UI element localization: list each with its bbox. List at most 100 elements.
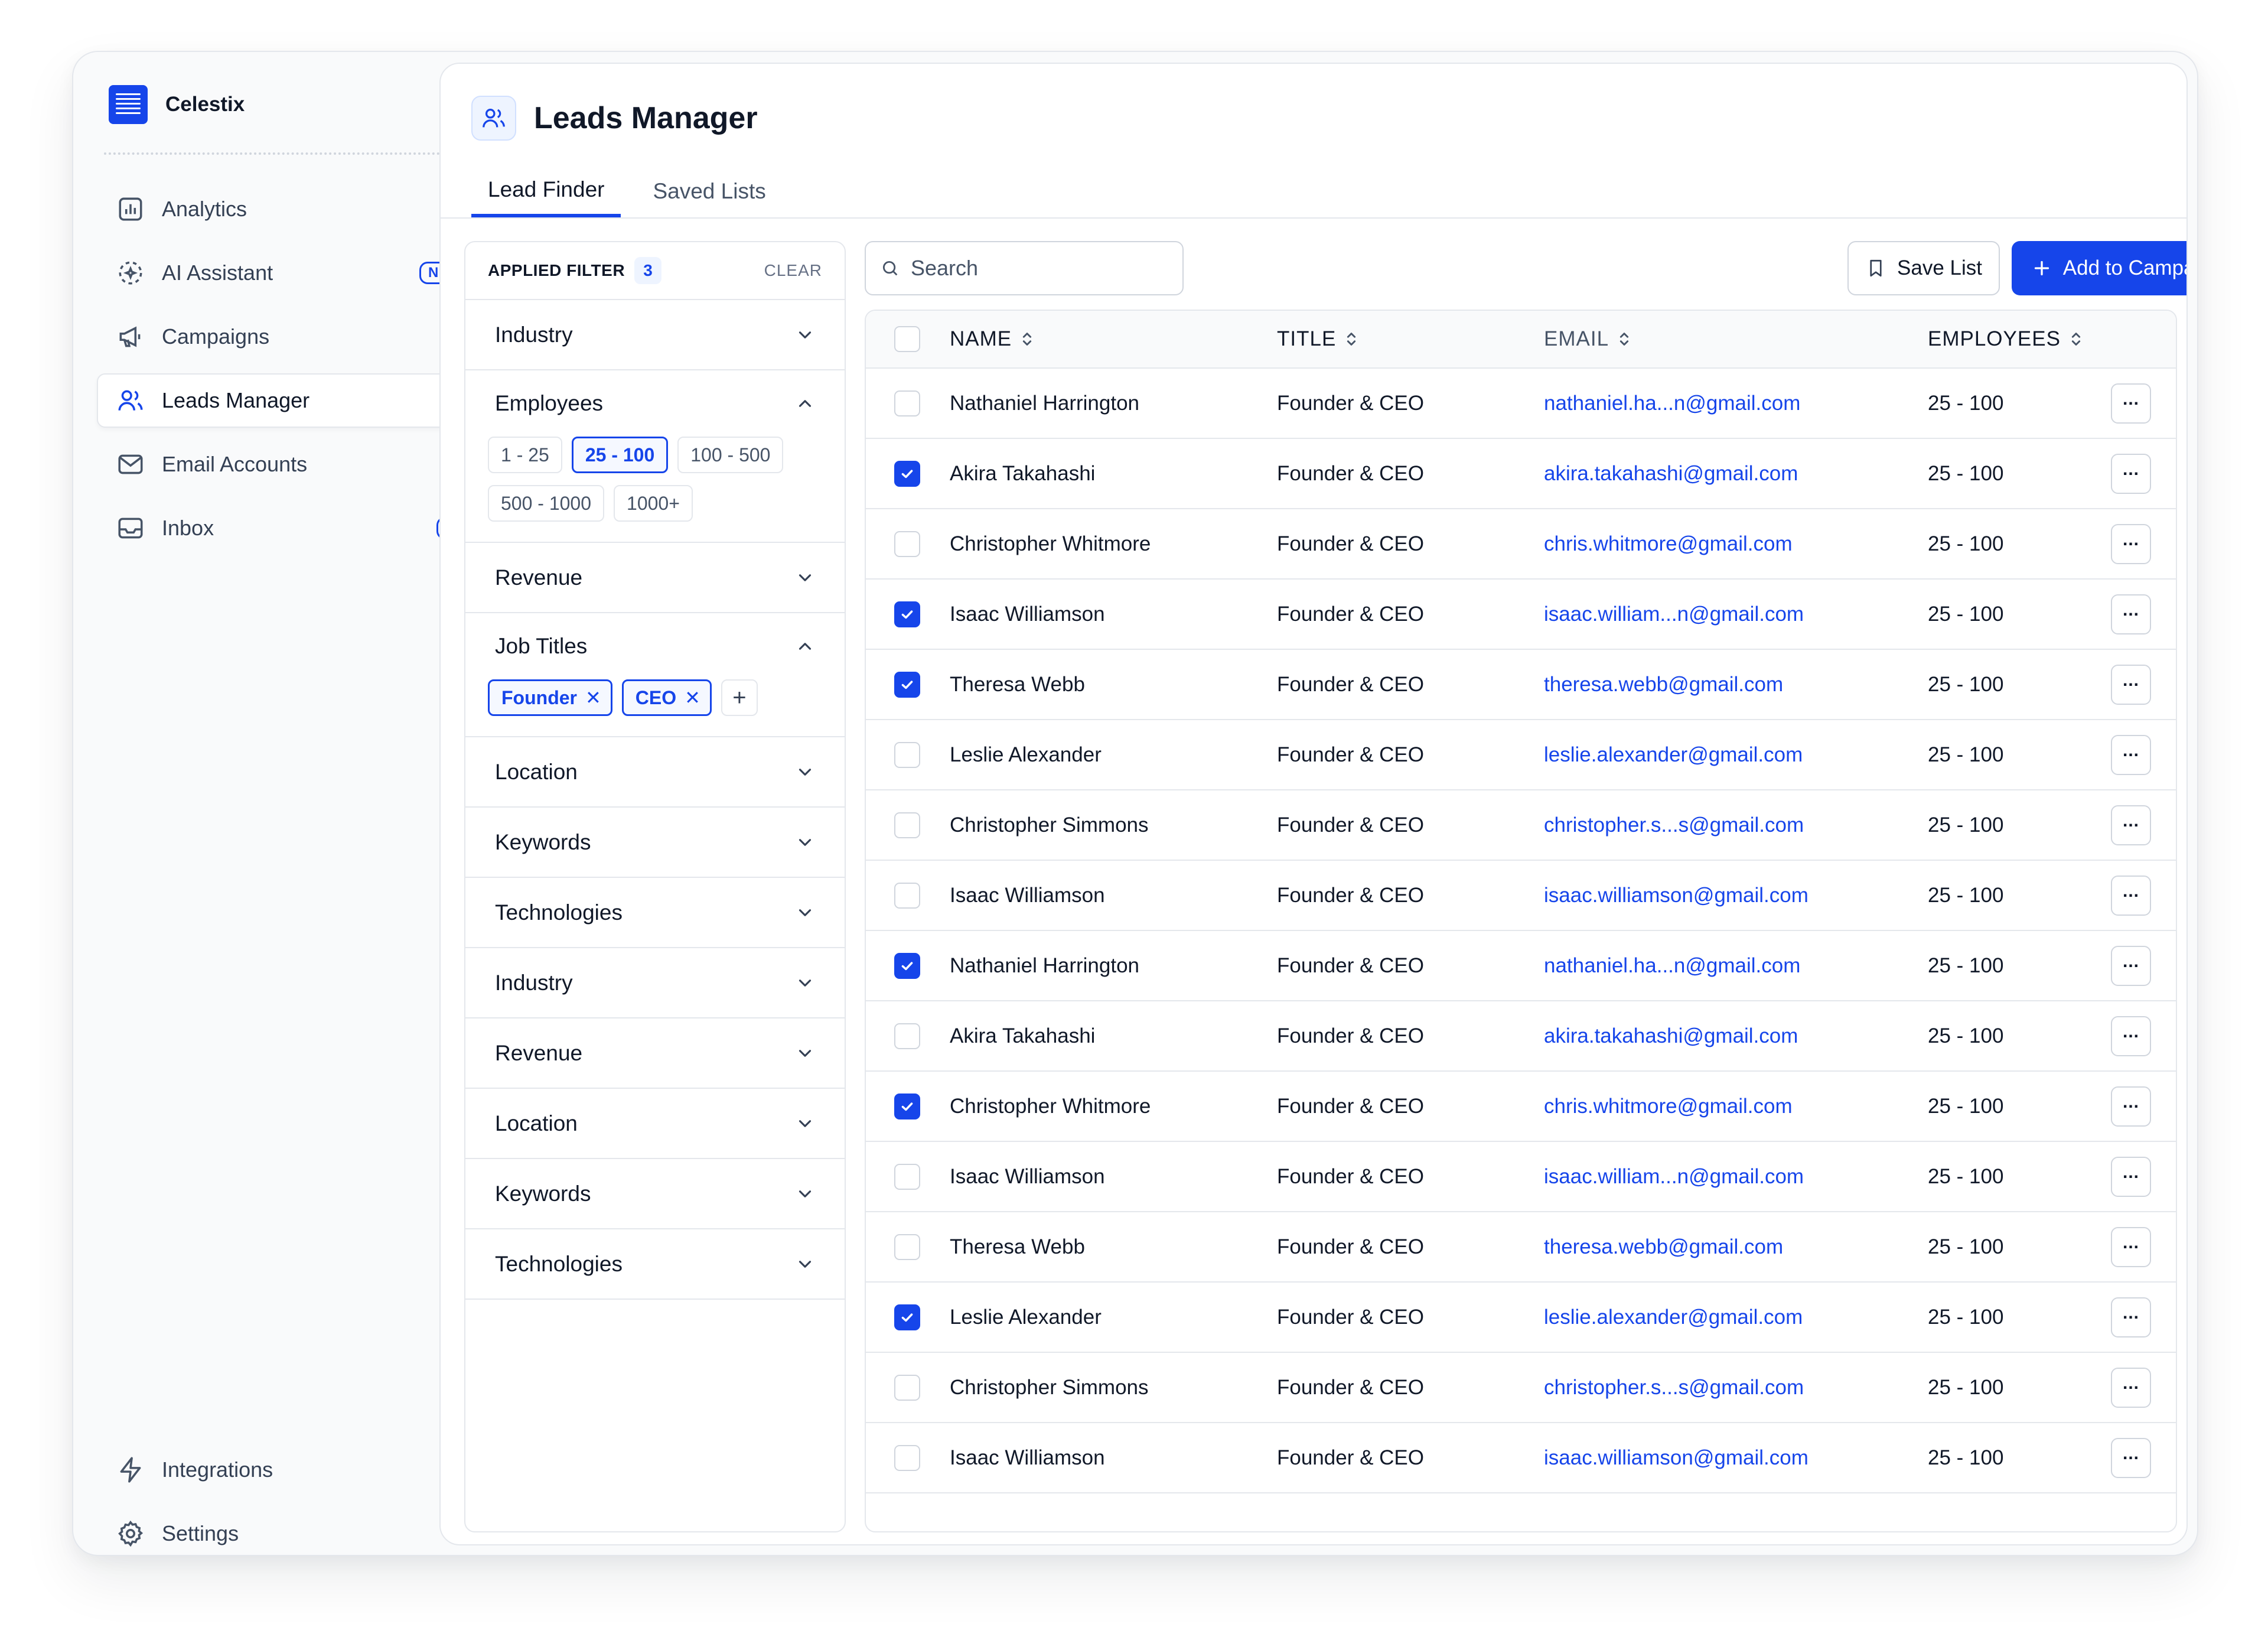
column-header-title[interactable]: TITLE: [1277, 327, 1544, 351]
filter-toggle[interactable]: Industry: [465, 300, 845, 369]
cell-email-link[interactable]: nathaniel.ha...n@gmail.com: [1544, 392, 1928, 415]
column-header-employees[interactable]: EMPLOYEES: [1928, 327, 2111, 351]
row-actions-button[interactable]: ...: [2111, 1156, 2151, 1197]
cell-email-link[interactable]: christopher.s...s@gmail.com: [1544, 1376, 1928, 1400]
sidebar-item-campaigns[interactable]: Campaigns: [97, 310, 487, 364]
row-actions-button[interactable]: ...: [2111, 453, 2151, 494]
row-actions-button[interactable]: ...: [2111, 594, 2151, 634]
cell-email-link[interactable]: nathaniel.ha...n@gmail.com: [1544, 954, 1928, 978]
add-job-title-button[interactable]: +: [721, 679, 758, 716]
sidebar-item-analytics[interactable]: Analytics: [97, 182, 487, 236]
table-row[interactable]: Isaac Williamson Founder & CEO isaac.willi…: [866, 1423, 2176, 1493]
employee-option-chip[interactable]: 1 - 25: [488, 437, 562, 473]
row-checkbox[interactable]: [894, 952, 920, 979]
select-all-checkbox[interactable]: [894, 326, 920, 352]
filter-toggle[interactable]: Revenue: [465, 1018, 845, 1088]
cell-email-link[interactable]: christopher.s...s@gmail.com: [1544, 813, 1928, 837]
search-field[interactable]: [865, 241, 1184, 295]
table-row[interactable]: Theresa Webb Founder & CEO theresa.webb@gm…: [866, 1212, 2176, 1283]
table-row[interactable]: Isaac Williamson Founder & CEO isaac.willi…: [866, 861, 2176, 931]
row-actions-button[interactable]: ...: [2111, 1367, 2151, 1408]
row-checkbox[interactable]: [894, 460, 920, 487]
table-row[interactable]: Akira Takahashi Founder & CEO akira.takaha…: [866, 1001, 2176, 1072]
employee-option-chip[interactable]: 100 - 500: [677, 437, 784, 473]
filter-toggle[interactable]: Revenue: [465, 543, 845, 612]
table-row[interactable]: Leslie Alexander Founder & CEO leslie.alex…: [866, 1283, 2176, 1353]
cell-email-link[interactable]: theresa.webb@gmail.com: [1544, 1235, 1928, 1259]
table-row[interactable]: Theresa Webb Founder & CEO theresa.webb@gm…: [866, 650, 2176, 720]
table-row[interactable]: Nathaniel Harrington Founder & CEO nathani…: [866, 931, 2176, 1001]
table-row[interactable]: Christopher Simmons Founder & CEO christop…: [866, 1353, 2176, 1423]
save-list-button[interactable]: Save List: [1847, 241, 2000, 295]
cell-email-link[interactable]: akira.takahashi@gmail.com: [1544, 1024, 1928, 1048]
table-row[interactable]: Isaac Williamson Founder & CEO isaac.willi…: [866, 1142, 2176, 1212]
filter-toggle[interactable]: Keywords: [465, 1159, 845, 1228]
row-checkbox[interactable]: [894, 741, 920, 768]
row-checkbox[interactable]: [894, 1163, 920, 1190]
cell-email-link[interactable]: leslie.alexander@gmail.com: [1544, 1306, 1928, 1329]
table-row[interactable]: Akira Takahashi Founder & CEO akira.takaha…: [866, 439, 2176, 509]
column-header-name[interactable]: NAME: [950, 327, 1277, 351]
search-input[interactable]: [911, 256, 1147, 281]
row-actions-button[interactable]: ...: [2111, 734, 2151, 775]
table-row[interactable]: Nathaniel Harrington Founder & CEO nathani…: [866, 369, 2176, 439]
filter-toggle[interactable]: Employees: [465, 370, 845, 437]
cell-email-link[interactable]: isaac.william...n@gmail.com: [1544, 1165, 1928, 1189]
sidebar-item-leads-manager[interactable]: Leads Manager: [97, 373, 487, 428]
row-actions-button[interactable]: ...: [2111, 1437, 2151, 1478]
row-checkbox[interactable]: [894, 882, 920, 909]
cell-email-link[interactable]: chris.whitmore@gmail.com: [1544, 1095, 1928, 1118]
table-row[interactable]: Isaac Williamson Founder & CEO isaac.willi…: [866, 580, 2176, 650]
employee-option-chip[interactable]: 500 - 1000: [488, 485, 605, 522]
row-actions-button[interactable]: ...: [2111, 1016, 2151, 1056]
filter-toggle[interactable]: Technologies: [465, 1229, 845, 1298]
row-actions-button[interactable]: ...: [2111, 1297, 2151, 1337]
row-actions-button[interactable]: ...: [2111, 945, 2151, 986]
filter-toggle[interactable]: Technologies: [465, 878, 845, 947]
employee-option-chip[interactable]: 1000+: [614, 485, 693, 522]
sidebar-item-inbox[interactable]: Inbox 12: [97, 501, 487, 555]
table-row[interactable]: Leslie Alexander Founder & CEO leslie.alex…: [866, 720, 2176, 790]
row-actions-button[interactable]: ...: [2111, 664, 2151, 705]
row-checkbox[interactable]: [894, 531, 920, 557]
row-checkbox[interactable]: [894, 1304, 920, 1330]
row-checkbox[interactable]: [894, 812, 920, 838]
cell-email-link[interactable]: akira.takahashi@gmail.com: [1544, 462, 1928, 486]
row-checkbox[interactable]: [894, 671, 920, 698]
sidebar-item-settings[interactable]: Settings: [97, 1506, 487, 1561]
tab-lead-finder[interactable]: Lead Finder: [471, 165, 621, 217]
row-actions-button[interactable]: ...: [2111, 1226, 2151, 1267]
cell-email-link[interactable]: chris.whitmore@gmail.com: [1544, 532, 1928, 556]
cell-email-link[interactable]: leslie.alexander@gmail.com: [1544, 743, 1928, 767]
cell-email-link[interactable]: theresa.webb@gmail.com: [1544, 673, 1928, 697]
row-checkbox[interactable]: [894, 1444, 920, 1471]
filter-toggle[interactable]: Location: [465, 737, 845, 806]
filter-toggle[interactable]: Keywords: [465, 808, 845, 877]
column-header-email[interactable]: EMAIL: [1544, 327, 1928, 351]
sidebar-item-email-accounts[interactable]: Email Accounts: [97, 437, 487, 492]
table-row[interactable]: Christopher Simmons Founder & CEO christop…: [866, 790, 2176, 861]
tab-saved-lists[interactable]: Saved Lists: [636, 165, 782, 217]
add-to-campaign-button[interactable]: Add to Campaign: [2012, 241, 2186, 295]
row-actions-button[interactable]: ...: [2111, 805, 2151, 845]
filter-toggle[interactable]: Location: [465, 1089, 845, 1158]
row-actions-button[interactable]: ...: [2111, 1086, 2151, 1127]
row-checkbox[interactable]: [894, 1234, 920, 1260]
sidebar-item-integrations[interactable]: Integrations: [97, 1443, 487, 1497]
filter-toggle[interactable]: Industry: [465, 948, 845, 1017]
row-checkbox[interactable]: [894, 1023, 920, 1049]
row-actions-button[interactable]: ...: [2111, 523, 2151, 564]
employee-option-chip[interactable]: 25 - 100: [571, 437, 669, 473]
cell-email-link[interactable]: isaac.williamson@gmail.com: [1544, 884, 1928, 907]
row-actions-button[interactable]: ...: [2111, 383, 2151, 424]
cell-email-link[interactable]: isaac.williamson@gmail.com: [1544, 1446, 1928, 1470]
table-row[interactable]: Christopher Whitmore Founder & CEO chris.w…: [866, 1072, 2176, 1142]
filter-toggle[interactable]: Job Titles: [465, 613, 845, 679]
row-checkbox[interactable]: [894, 1093, 920, 1119]
row-checkbox[interactable]: [894, 1374, 920, 1401]
sidebar-item-ai-assistant[interactable]: AI Assistant NEW: [97, 246, 487, 300]
row-checkbox[interactable]: [894, 601, 920, 627]
row-checkbox[interactable]: [894, 390, 920, 416]
row-actions-button[interactable]: ...: [2111, 875, 2151, 916]
clear-filters-button[interactable]: CLEAR: [764, 261, 822, 280]
